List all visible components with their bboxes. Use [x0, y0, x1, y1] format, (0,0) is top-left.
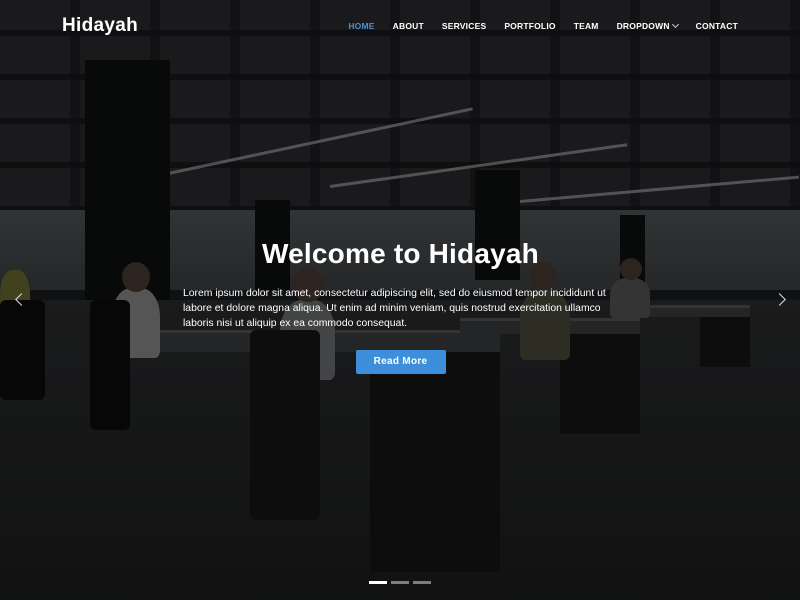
- nav-item-label: HOME: [348, 21, 375, 31]
- nav-item-contact[interactable]: CONTACT: [687, 21, 738, 31]
- hero-carousel: Hidayah HOME ABOUT SERVICES PORTFOLIO TE…: [0, 0, 800, 600]
- nav-item-label: DROPDOWN: [616, 21, 670, 31]
- nav-item-label: TEAM: [573, 21, 599, 31]
- carousel-indicator[interactable]: [391, 581, 409, 584]
- site-logo[interactable]: Hidayah: [62, 15, 138, 37]
- carousel-indicators: [369, 581, 431, 584]
- hero-content: Welcome to Hidayah Lorem ipsum dolor sit…: [183, 238, 618, 374]
- nav-item-label: ABOUT: [392, 21, 424, 31]
- carousel-indicator[interactable]: [369, 581, 387, 584]
- chevron-down-icon: [671, 20, 679, 29]
- carousel-next-button[interactable]: [772, 290, 786, 308]
- read-more-button[interactable]: Read More: [355, 350, 446, 374]
- nav-item-label: CONTACT: [695, 21, 738, 31]
- chevron-left-icon: [14, 292, 28, 306]
- carousel-prev-button[interactable]: [14, 290, 28, 308]
- hero-description: Lorem ipsum dolor sit amet, consectetur …: [183, 288, 606, 329]
- site-header: Hidayah HOME ABOUT SERVICES PORTFOLIO TE…: [0, 0, 800, 52]
- nav-item-home[interactable]: HOME: [339, 21, 383, 31]
- nav-item-portfolio[interactable]: PORTFOLIO: [495, 21, 564, 31]
- nav-item-services[interactable]: SERVICES: [433, 21, 495, 31]
- nav-item-team[interactable]: TEAM: [565, 21, 608, 31]
- carousel-indicator[interactable]: [413, 581, 431, 584]
- nav-item-dropdown[interactable]: DROPDOWN: [608, 20, 687, 31]
- nav-item-label: SERVICES: [441, 21, 487, 31]
- main-nav: HOME ABOUT SERVICES PORTFOLIO TEAM DROPD…: [339, 20, 738, 31]
- nav-item-label: PORTFOLIO: [504, 21, 556, 31]
- nav-item-about[interactable]: ABOUT: [384, 21, 433, 31]
- hero-title: Welcome to Hidayah: [262, 238, 539, 269]
- chevron-right-icon: [772, 292, 786, 306]
